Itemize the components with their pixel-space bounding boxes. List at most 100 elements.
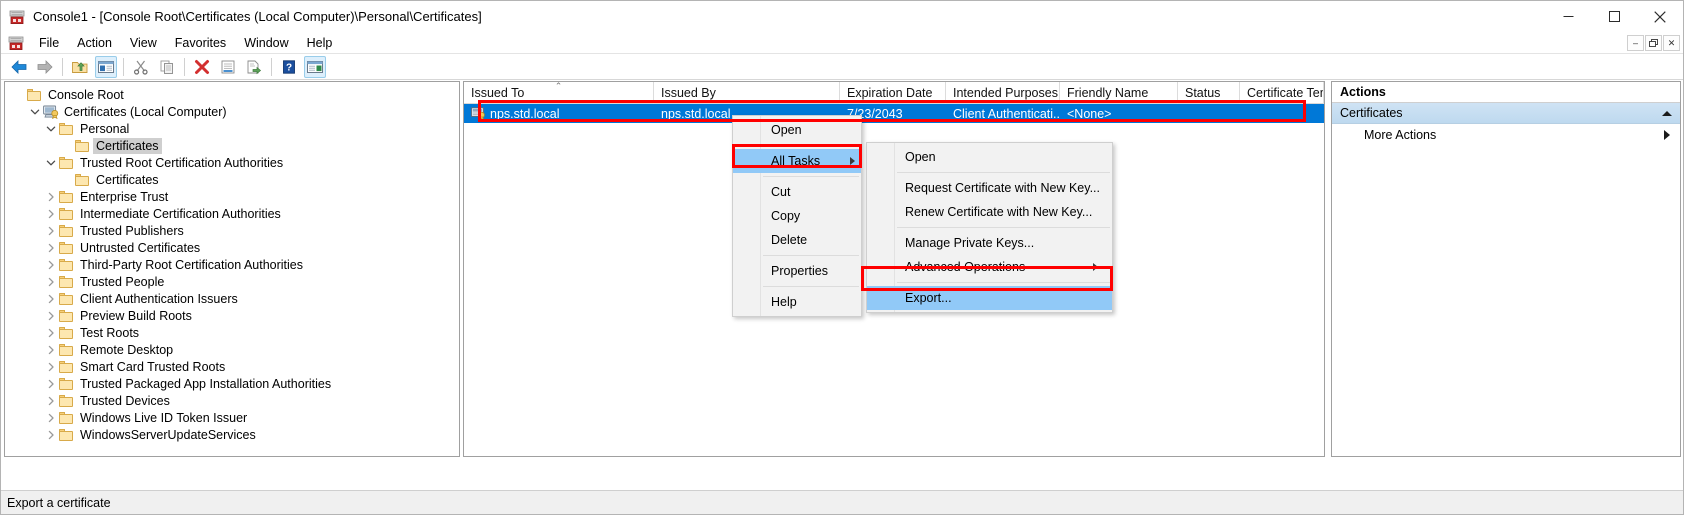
cut-icon[interactable] <box>130 56 152 78</box>
submenu-item-request-certificate-with-new-key[interactable]: Request Certificate with New Key... <box>867 176 1112 200</box>
tree-node-untrusted-certificates[interactable]: Untrusted Certificates <box>5 239 459 256</box>
menu-action[interactable]: Action <box>68 33 121 53</box>
submenu-item-export[interactable]: Export... <box>867 286 1112 310</box>
tree-node-trusted-root-certification-authorities[interactable]: Trusted Root Certification Authorities <box>5 154 459 171</box>
chevron-right-icon[interactable] <box>43 410 59 426</box>
mdi-close-button[interactable]: ✕ <box>1663 35 1680 51</box>
menu-separator <box>763 255 859 256</box>
table-cell-text: Client Authenticati... <box>953 107 1060 121</box>
show-hide-action-pane-icon[interactable] <box>304 56 326 78</box>
tree-node-trusted-publishers[interactable]: Trusted Publishers <box>5 222 459 239</box>
column-header-certificate-tem[interactable]: Certificate Tem... <box>1240 82 1324 104</box>
mdi-restore-button[interactable] <box>1645 35 1662 51</box>
column-header-friendly-name[interactable]: Friendly Name <box>1060 82 1178 104</box>
list-column-headers[interactable]: Issued To⌃Issued ByExpiration DateIntend… <box>464 82 1324 104</box>
maximize-button[interactable] <box>1591 1 1637 32</box>
tree-node-smart-card-trusted-roots[interactable]: Smart Card Trusted Roots <box>5 358 459 375</box>
window-controls <box>1545 1 1683 32</box>
menu-view[interactable]: View <box>121 33 166 53</box>
show-hide-console-tree-icon[interactable] <box>95 56 117 78</box>
menu-item-help[interactable]: Help <box>733 290 861 314</box>
mdi-minimize-button[interactable]: – <box>1627 35 1644 51</box>
menu-file[interactable]: File <box>30 33 68 53</box>
tree-node-remote-desktop[interactable]: Remote Desktop <box>5 341 459 358</box>
tree-node-intermediate-certification-authorities[interactable]: Intermediate Certification Authorities <box>5 205 459 222</box>
tree-node-console-root[interactable]: Console Root <box>5 86 459 103</box>
help-icon[interactable]: ? <box>278 56 300 78</box>
column-header-issued-by[interactable]: Issued By <box>654 82 840 104</box>
menu-item-cut[interactable]: Cut <box>733 180 861 204</box>
tree-node-certificates[interactable]: Certificates <box>5 171 459 188</box>
tree-node-third-party-root-certification-authorities[interactable]: Third-Party Root Certification Authoriti… <box>5 256 459 273</box>
chevron-right-icon[interactable] <box>43 308 59 324</box>
tree-node-certificates[interactable]: Certificates <box>5 137 459 154</box>
column-header-expiration-date[interactable]: Expiration Date <box>840 82 946 104</box>
submenu-item-advanced-operations[interactable]: Advanced Operations <box>867 255 1112 279</box>
copy-icon[interactable] <box>156 56 178 78</box>
table-row[interactable]: nps.std.localnps.std.local7/23/2043Clien… <box>464 104 1324 123</box>
tree-node-test-roots[interactable]: Test Roots <box>5 324 459 341</box>
tree-node-personal[interactable]: Personal <box>5 120 459 137</box>
menu-window[interactable]: Window <box>235 33 297 53</box>
minimize-button[interactable] <box>1545 1 1591 32</box>
submenu-item-manage-private-keys[interactable]: Manage Private Keys... <box>867 231 1112 255</box>
chevron-right-icon[interactable] <box>43 376 59 392</box>
close-button[interactable] <box>1637 1 1683 32</box>
tree-node-windowsserverupdateservices[interactable]: WindowsServerUpdateServices <box>5 426 459 443</box>
certificate-context-menu[interactable]: Open All Tasks Cut Copy Delete Properties Help <box>732 115 862 317</box>
chevron-right-icon[interactable] <box>43 206 59 222</box>
chevron-right-icon[interactable] <box>43 274 59 290</box>
tree-node-certificates-local-computer[interactable]: Certificates (Local Computer) <box>5 103 459 120</box>
actions-group-certificates[interactable]: Certificates <box>1332 103 1680 124</box>
tree-node-enterprise-trust[interactable]: Enterprise Trust <box>5 188 459 205</box>
column-header-status[interactable]: Status <box>1178 82 1240 104</box>
tree-node-preview-build-roots[interactable]: Preview Build Roots <box>5 307 459 324</box>
menu-item-all-tasks[interactable]: All Tasks <box>733 149 861 173</box>
column-header-issued-to[interactable]: Issued To⌃ <box>464 82 654 104</box>
chevron-right-icon[interactable] <box>43 291 59 307</box>
console-tree: Console RootCertificates (Local Computer… <box>5 82 459 443</box>
submenu-item-renew-certificate-with-new-key[interactable]: Renew Certificate with New Key... <box>867 200 1112 224</box>
delete-icon[interactable] <box>191 56 213 78</box>
chevron-right-icon[interactable] <box>43 240 59 256</box>
chevron-right-icon[interactable] <box>43 257 59 273</box>
console-tree-pane[interactable]: Console RootCertificates (Local Computer… <box>4 81 460 457</box>
menu-item-properties[interactable]: Properties <box>733 259 861 283</box>
tree-node-trusted-devices[interactable]: Trusted Devices <box>5 392 459 409</box>
menu-favorites[interactable]: Favorites <box>166 33 235 53</box>
chevron-right-icon[interactable] <box>43 393 59 409</box>
chevron-down-icon[interactable] <box>43 155 59 171</box>
menu-help[interactable]: Help <box>298 33 342 53</box>
chevron-right-icon[interactable] <box>43 189 59 205</box>
certificates-list-rows[interactable]: nps.std.localnps.std.local7/23/2043Clien… <box>464 104 1324 123</box>
all-tasks-submenu[interactable]: Open Request Certificate with New Key...R… <box>866 142 1113 313</box>
menu-item-delete[interactable]: Delete <box>733 228 861 252</box>
chevron-down-icon[interactable] <box>27 104 43 120</box>
menu-item-label: All Tasks <box>771 154 820 168</box>
tree-node-trusted-packaged-app-installation-authorities[interactable]: Trusted Packaged App Installation Author… <box>5 375 459 392</box>
tree-node-windows-live-id-token-issuer[interactable]: Windows Live ID Token Issuer <box>5 409 459 426</box>
menu-item-copy[interactable]: Copy <box>733 204 861 228</box>
tree-node-client-authentication-issuers[interactable]: Client Authentication Issuers <box>5 290 459 307</box>
chevron-right-icon[interactable] <box>43 223 59 239</box>
chevron-down-icon[interactable] <box>43 121 59 137</box>
chevron-right-icon[interactable] <box>43 342 59 358</box>
chevron-right-icon[interactable] <box>43 325 59 341</box>
chevron-right-icon[interactable] <box>43 427 59 443</box>
toolbar-separator <box>271 58 272 76</box>
back-icon[interactable] <box>8 56 30 78</box>
forward-icon[interactable] <box>34 56 56 78</box>
menu-item-open[interactable]: Open <box>733 118 861 142</box>
column-header-intended-purposes[interactable]: Intended Purposes <box>946 82 1060 104</box>
menu-item-label: Copy <box>771 209 800 223</box>
properties-icon[interactable] <box>217 56 239 78</box>
tree-node-trusted-people[interactable]: Trusted People <box>5 273 459 290</box>
chevron-right-icon[interactable] <box>43 359 59 375</box>
up-folder-icon[interactable] <box>69 56 91 78</box>
actions-item-more-actions[interactable]: More Actions <box>1332 124 1680 145</box>
export-list-icon[interactable] <box>243 56 265 78</box>
chevron-up-icon[interactable] <box>1662 111 1672 116</box>
menu-item-label: Export... <box>905 291 952 305</box>
submenu-item-open[interactable]: Open <box>867 145 1112 169</box>
toolbar: ? <box>1 54 1683 80</box>
